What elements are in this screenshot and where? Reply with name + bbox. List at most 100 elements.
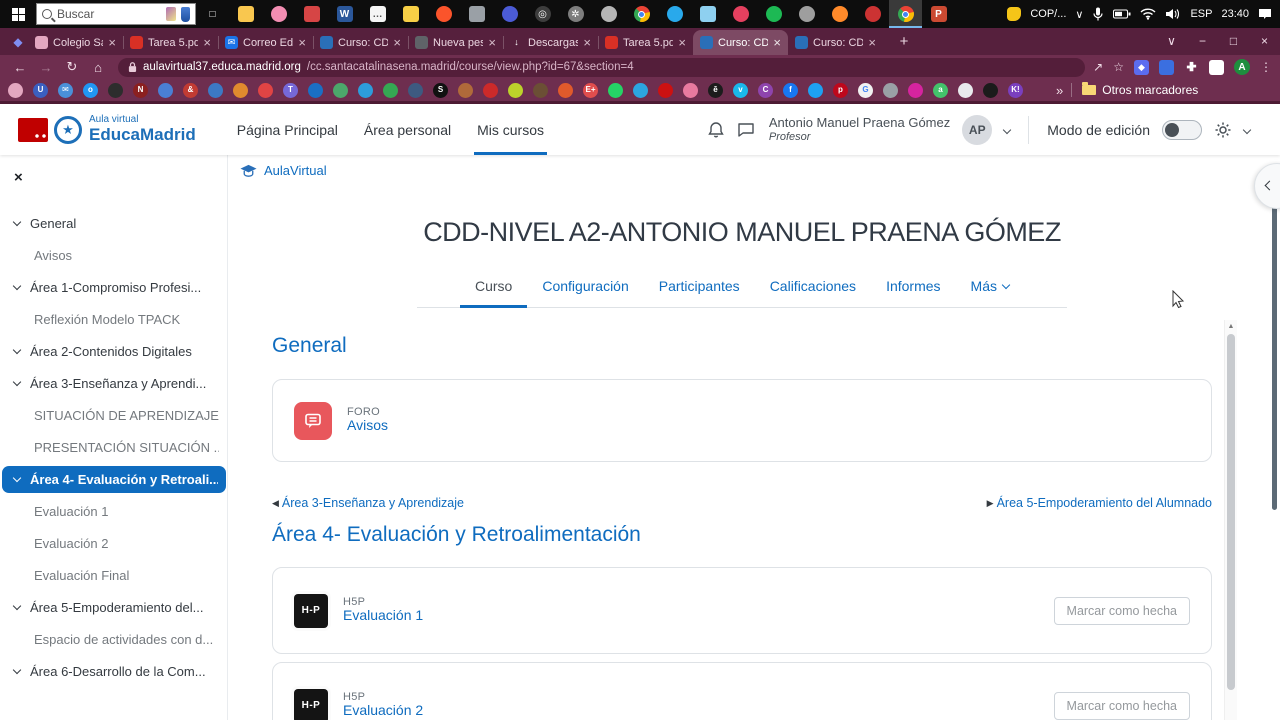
browser-tab[interactable]: Tarea 5.pdf × [123,30,218,55]
language-indicator[interactable]: ESP [1190,8,1212,20]
bookmark-favicon[interactable]: ē [708,82,723,98]
bookmark-favicon[interactable] [258,82,273,98]
clock[interactable]: 23:40 [1221,8,1249,20]
reload-button[interactable]: ↻ [60,59,84,75]
sidebar-item[interactable]: Reflexión Modelo TPACK [0,303,227,335]
word-icon[interactable]: W [328,0,361,28]
bookmark-favicon[interactable] [208,82,223,98]
bookmark-favicon[interactable]: E+ [583,82,598,98]
bookmark-favicon[interactable]: S [433,82,448,98]
browser-tab[interactable]: Curso: CDD-N × [693,30,788,55]
wifi-icon[interactable] [1140,8,1156,20]
user-menu-chevron-icon[interactable] [1003,125,1012,134]
window-menu-chevron[interactable]: ∨ [1156,28,1187,55]
sidebar-item[interactable]: Evaluación 2 [0,527,227,559]
sidebar-item[interactable]: Área 1-Compromiso Profesi... [0,271,227,303]
tab-close-icon[interactable]: × [203,35,211,50]
bookmark-favicon[interactable] [533,82,548,98]
powerpoint-icon[interactable]: P [922,0,955,28]
tray-app-icon[interactable] [1007,7,1022,21]
bookmark-favicon[interactable]: N [133,82,148,98]
browser-tab[interactable]: Tarea 5.pdf × [598,30,693,55]
site-logo[interactable]: Aula virtual EducaMadrid [89,115,196,143]
bookmark-favicon[interactable] [383,82,398,98]
bookmark-favicon[interactable]: C [758,82,773,98]
messages-icon[interactable] [737,121,755,139]
bookmark-favicon[interactable] [458,82,473,98]
brave-icon[interactable] [427,0,460,28]
sidebar-item[interactable]: PRESENTACIÓN SITUACIÓN ... [0,431,227,463]
bookmark-favicon[interactable] [108,82,123,98]
sidebar-item[interactable]: Espacio de actividades con d... [0,623,227,655]
sidebar-item[interactable]: SITUACIÓN DE APRENDIZAJE [0,399,227,431]
sticky-notes-icon[interactable] [394,0,427,28]
minimize-button[interactable]: − [1187,28,1218,55]
red-app-icon[interactable] [295,0,328,28]
next-section-link[interactable]: ▶ Área 5-Empoderamiento del Alumnado [987,496,1212,510]
address-bar[interactable]: aulavirtual37.educa.madrid.org/cc.santac… [118,57,1086,77]
edit-mode-toggle[interactable] [1162,119,1202,140]
mail-icon[interactable] [691,0,724,28]
share-icon[interactable]: ↗ [1093,60,1103,74]
content-scrollbar[interactable]: ▲ [1224,320,1237,720]
bookmark-favicon[interactable]: f [783,82,798,98]
blue-app-icon[interactable] [493,0,526,28]
bookmark-favicon[interactable] [8,82,23,98]
tab-close-icon[interactable]: × [108,35,116,50]
tab-close-icon[interactable]: × [678,35,686,50]
page-scrollbar-thumb[interactable] [1272,164,1277,510]
home-button[interactable]: ⌂ [86,60,110,75]
activity-link-evaluacion1[interactable]: Evaluación 1 [343,607,423,623]
bookmark-favicon[interactable]: a [933,82,948,98]
notifications-bell-icon[interactable] [707,121,725,139]
course-tab-más[interactable]: Más [956,270,1024,307]
tab-close-icon[interactable]: × [868,35,876,50]
nav-mis-cursos[interactable]: Mis cursos [464,104,557,155]
gear-menu-chevron-icon[interactable] [1242,125,1252,134]
bookmark-favicon[interactable] [908,82,923,98]
paint-app-icon[interactable] [262,0,295,28]
sidebar-item[interactable]: Área 5-Empoderamiento del... [0,591,227,623]
your-phone-icon[interactable] [460,0,493,28]
sidebar-item[interactable]: Área 6-Desarrollo de la Com... [0,655,227,687]
task-view-icon[interactable]: □ [196,0,229,28]
tray-expand-chevron[interactable]: ∨ [1075,8,1083,21]
firefox-icon[interactable] [823,0,856,28]
action-center-icon[interactable] [1258,8,1272,20]
browser-profile-avatar[interactable]: A [1234,59,1250,75]
bookmark-favicon[interactable]: o [83,82,98,98]
bookmark-favicon[interactable] [958,82,973,98]
activity-link-evaluacion2[interactable]: Evaluación 2 [343,702,423,718]
obs-icon[interactable]: ◎ [526,0,559,28]
browser-tab[interactable]: Colegio Santa × [28,30,123,55]
bookmark-favicon[interactable]: p [833,82,848,98]
bookmark-favicon[interactable] [658,82,673,98]
tab-close-icon[interactable]: × [488,35,496,50]
sidebar-item[interactable]: Evaluación 1 [0,495,227,527]
bookmark-favicon[interactable] [558,82,573,98]
mark-done-button[interactable]: Marcar como hecha [1053,691,1190,720]
bookmarks-overflow-chevron[interactable]: » [1056,83,1063,98]
start-button[interactable] [0,0,36,28]
bookmark-favicon[interactable]: ✉ [58,82,73,98]
sidebar-item[interactable]: Área 4- Evaluación y Retroali... [0,463,227,495]
bookmark-favicon[interactable]: K! [1008,82,1023,98]
browser-menu-icon[interactable]: ⋮ [1260,60,1272,74]
browser-tab[interactable]: Nueva pestaña × [408,30,503,55]
tab-close-icon[interactable]: × [583,35,591,50]
record-red-icon[interactable] [856,0,889,28]
course-tab-curso[interactable]: Curso [460,270,528,308]
scroll-up-arrow-icon[interactable]: ▲ [1225,320,1237,330]
bookmark-favicon[interactable] [408,82,423,98]
bookmark-favicon[interactable] [333,82,348,98]
spotify-icon[interactable] [757,0,790,28]
file-explorer-icon[interactable] [229,0,262,28]
taskbar-search-input[interactable]: Buscar [36,3,196,25]
bookmark-favicon[interactable] [508,82,523,98]
back-button[interactable]: ← [8,60,32,75]
bookmark-favicon[interactable]: U [33,82,48,98]
bookmark-favicon[interactable]: G [858,82,873,98]
extension-gem-icon[interactable]: ◆ [1134,59,1149,75]
chrome-active-icon[interactable] [889,0,922,28]
browser-tab[interactable]: ✉ Correo EducaM × [218,30,313,55]
